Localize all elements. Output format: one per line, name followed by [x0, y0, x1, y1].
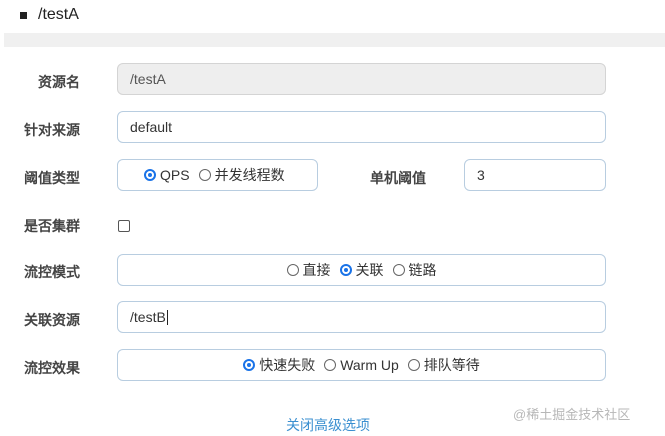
control-behavior-option-warm-up[interactable]: Warm Up [324, 357, 399, 373]
control-behavior-option-queue[interactable]: 排队等待 [407, 355, 480, 375]
control-behavior-option-label: 快速失败 [259, 357, 316, 373]
resource-name-value: /testA [130, 71, 166, 87]
radio-unselected-icon[interactable] [407, 359, 420, 371]
resource-heading-text: /testA [38, 6, 79, 23]
close-advanced-options-link[interactable]: 关闭高级选项 [286, 415, 370, 435]
flow-mode-option-label: 链路 [408, 262, 437, 278]
limit-app-label: 针对来源 [24, 122, 80, 138]
radio-unselected-icon[interactable] [392, 264, 405, 276]
watermark-text: @稀土掘金技术社区 [513, 407, 631, 422]
resource-name-field: /testA [117, 63, 606, 95]
bullet-icon [20, 11, 27, 19]
cluster-mode-label: 是否集群 [24, 218, 80, 234]
cluster-mode-checkbox[interactable] [118, 220, 130, 232]
threshold-type-label: 阈值类型 [24, 170, 80, 186]
limit-app-input[interactable]: default [117, 111, 606, 143]
ref-resource-label: 关联资源 [24, 312, 80, 328]
radio-selected-icon[interactable] [243, 359, 256, 371]
text-cursor [166, 309, 168, 325]
control-behavior-option-label: Warm Up [340, 357, 399, 373]
threshold-type-option-label: 并发线程数 [214, 167, 285, 183]
ref-resource-input[interactable]: /testB [117, 301, 606, 333]
threshold-type-option-threads[interactable]: 并发线程数 [198, 165, 285, 185]
control-behavior-radio-group: 快速失败 Warm Up 排队等待 [117, 349, 606, 381]
flow-mode-label: 流控模式 [24, 264, 80, 280]
flow-mode-radio-group: 直接 关联 链路 [117, 254, 606, 286]
flow-mode-option-direct[interactable]: 直接 [286, 260, 331, 280]
threshold-type-option-qps[interactable]: QPS [144, 167, 190, 183]
flow-rule-form: 资源名 /testA 针对来源 default 阈值类型 QPS 并发线程数 单… [4, 47, 665, 436]
control-behavior-label: 流控效果 [24, 360, 80, 376]
flow-mode-option-relate[interactable]: 关联 [339, 260, 384, 280]
control-behavior-option-fast-fail[interactable]: 快速失败 [243, 355, 315, 375]
threshold-type-radio-group: QPS 并发线程数 [117, 159, 318, 191]
radio-selected-icon[interactable] [339, 264, 352, 276]
section-divider [4, 33, 665, 47]
radio-unselected-icon[interactable] [198, 169, 211, 181]
limit-app-value: default [130, 119, 173, 135]
ref-resource-value: /testB [130, 309, 166, 325]
resource-heading: /testA [20, 4, 79, 26]
radio-unselected-icon[interactable] [324, 359, 337, 371]
flow-mode-option-chain[interactable]: 链路 [392, 260, 437, 280]
single-threshold-label: 单机阈值 [370, 170, 426, 186]
single-threshold-input[interactable]: 3 [464, 159, 606, 191]
radio-selected-icon[interactable] [144, 169, 156, 181]
flow-mode-option-label: 关联 [355, 262, 384, 278]
resource-name-label: 资源名 [38, 74, 80, 90]
threshold-type-option-label: QPS [160, 167, 190, 183]
control-behavior-option-label: 排队等待 [423, 357, 480, 373]
single-threshold-value: 3 [477, 167, 485, 183]
radio-unselected-icon[interactable] [286, 264, 299, 276]
flow-mode-option-label: 直接 [302, 262, 331, 278]
